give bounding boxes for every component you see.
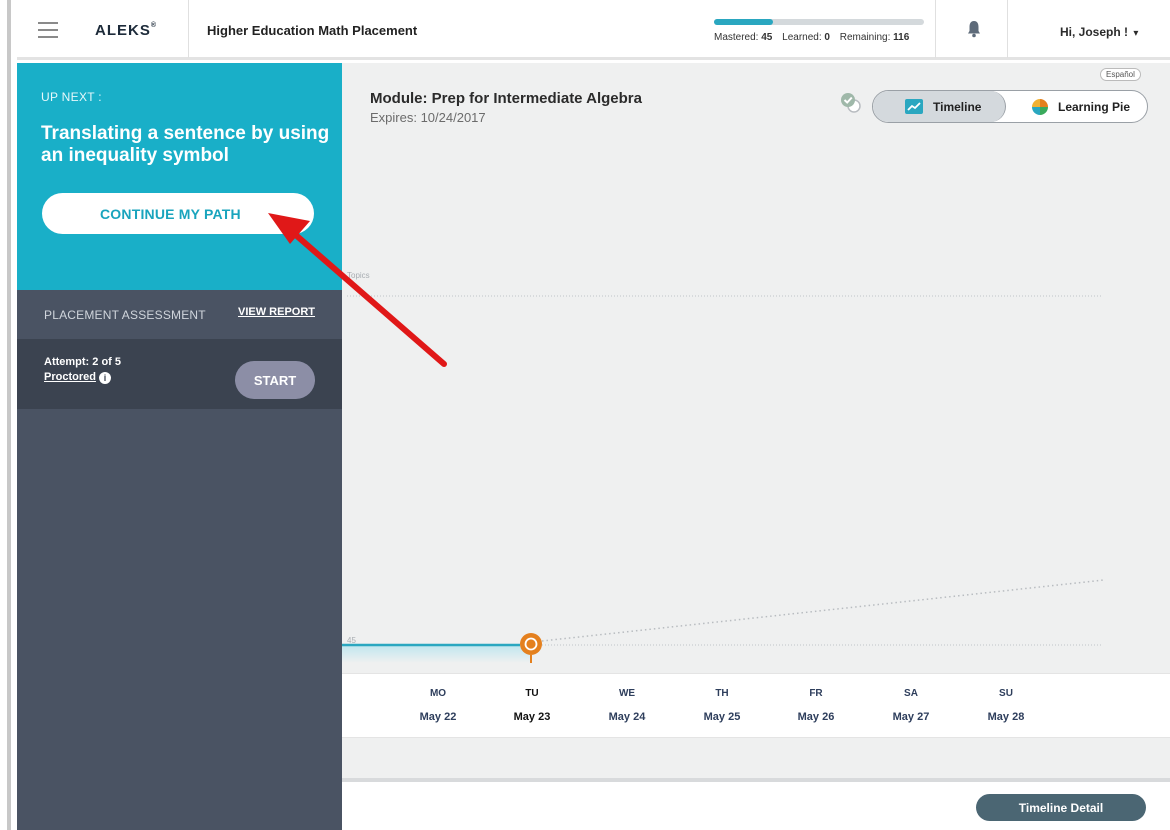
day-column[interactable]: SA May 27 <box>881 688 941 723</box>
proctored-link[interactable]: Proctored i <box>44 371 111 384</box>
day-column-current[interactable]: TU May 23 <box>502 688 562 723</box>
view-report-link[interactable]: VIEW REPORT <box>238 306 315 318</box>
up-next-label: UP NEXT : <box>41 90 102 104</box>
chart-y-label: Topics <box>347 271 370 280</box>
view-toggle: Timeline Learning Pie <box>872 90 1148 123</box>
tab-timeline-label: Timeline <box>933 100 982 114</box>
timeline-chart-icon <box>905 99 923 114</box>
progress-summary[interactable]: Mastered: 45 Learned: 0 Remaining: 116 <box>714 19 944 43</box>
continue-my-path-button[interactable]: CONTINUE MY PATH <box>42 193 314 234</box>
day-column[interactable]: MO May 22 <box>408 688 468 723</box>
attempt-count: Attempt: 2 of 5 <box>44 356 121 368</box>
main-area: Español Module: Prep for Intermediate Al… <box>342 63 1170 830</box>
timeline-chart: Topics 45 <box>342 271 1105 663</box>
day-axis: MO May 22 TU May 23 WE May 24 TH May 25 FR Ma… <box>342 673 1170 738</box>
progress-bar-fill <box>714 19 773 25</box>
up-next-section: UP NEXT : Translating a sentence by usin… <box>17 63 342 290</box>
check-progress-icon[interactable] <box>839 91 863 115</box>
browser-edge <box>0 0 17 830</box>
learned-count: 0 <box>824 32 830 43</box>
left-panel: UP NEXT : Translating a sentence by usin… <box>17 63 342 830</box>
top-header: ALEKS® Higher Education Math Placement M… <box>17 0 1170 60</box>
tab-timeline[interactable]: Timeline <box>873 91 1006 122</box>
espanol-language-button[interactable]: Español <box>1100 68 1141 81</box>
module-expires: Expires: 10/24/2017 <box>370 110 486 125</box>
day-column[interactable]: WE May 24 <box>597 688 657 723</box>
pie-chart-icon <box>1032 99 1048 115</box>
logo-registered-mark: ® <box>150 22 158 29</box>
day-column[interactable]: SU May 28 <box>976 688 1036 723</box>
tab-learning-pie[interactable]: Learning Pie <box>1006 91 1147 122</box>
current-day-marker[interactable] <box>520 633 542 655</box>
up-next-topic: Translating a sentence by using an inequ… <box>41 123 330 166</box>
remaining-count: 116 <box>893 32 910 43</box>
chevron-down-icon: ▾ <box>1133 28 1139 39</box>
module-title: Module: Prep for Intermediate Algebra <box>370 90 642 107</box>
placement-assessment-row: PLACEMENT ASSESSMENT VIEW REPORT <box>17 290 342 339</box>
chart-baseline-label: 45 <box>347 636 356 645</box>
user-greeting: Hi, Joseph ! <box>1060 25 1129 39</box>
hamburger-menu-icon[interactable] <box>38 22 58 38</box>
day-column[interactable]: FR May 26 <box>786 688 846 723</box>
bottom-bar: Timeline Detail <box>342 782 1170 830</box>
header-divider <box>1007 0 1008 58</box>
day-column[interactable]: TH May 25 <box>692 688 752 723</box>
aleks-logo: ALEKS® <box>95 22 157 39</box>
placement-assessment-label: PLACEMENT ASSESSMENT <box>44 308 206 322</box>
header-divider <box>188 0 189 58</box>
info-icon[interactable]: i <box>98 372 111 384</box>
notification-bell-icon[interactable] <box>967 20 981 38</box>
user-menu[interactable]: Hi, Joseph ! ▾ <box>1060 25 1138 39</box>
progress-stats: Mastered: 45 Learned: 0 Remaining: 116 <box>714 32 910 43</box>
progress-bar <box>714 19 924 25</box>
chart-progress-area <box>342 645 532 663</box>
timeline-detail-button[interactable]: Timeline Detail <box>976 794 1146 821</box>
logo-text: ALEKS <box>95 22 151 39</box>
chart-projection-line <box>541 579 1105 642</box>
course-title: Higher Education Math Placement <box>207 23 418 38</box>
header-divider <box>935 0 936 58</box>
mastered-count: 45 <box>761 32 773 43</box>
start-assessment-button[interactable]: START <box>235 361 315 399</box>
tab-learning-pie-label: Learning Pie <box>1058 100 1131 114</box>
attempt-box: Attempt: 2 of 5 Proctored i START <box>17 339 342 409</box>
